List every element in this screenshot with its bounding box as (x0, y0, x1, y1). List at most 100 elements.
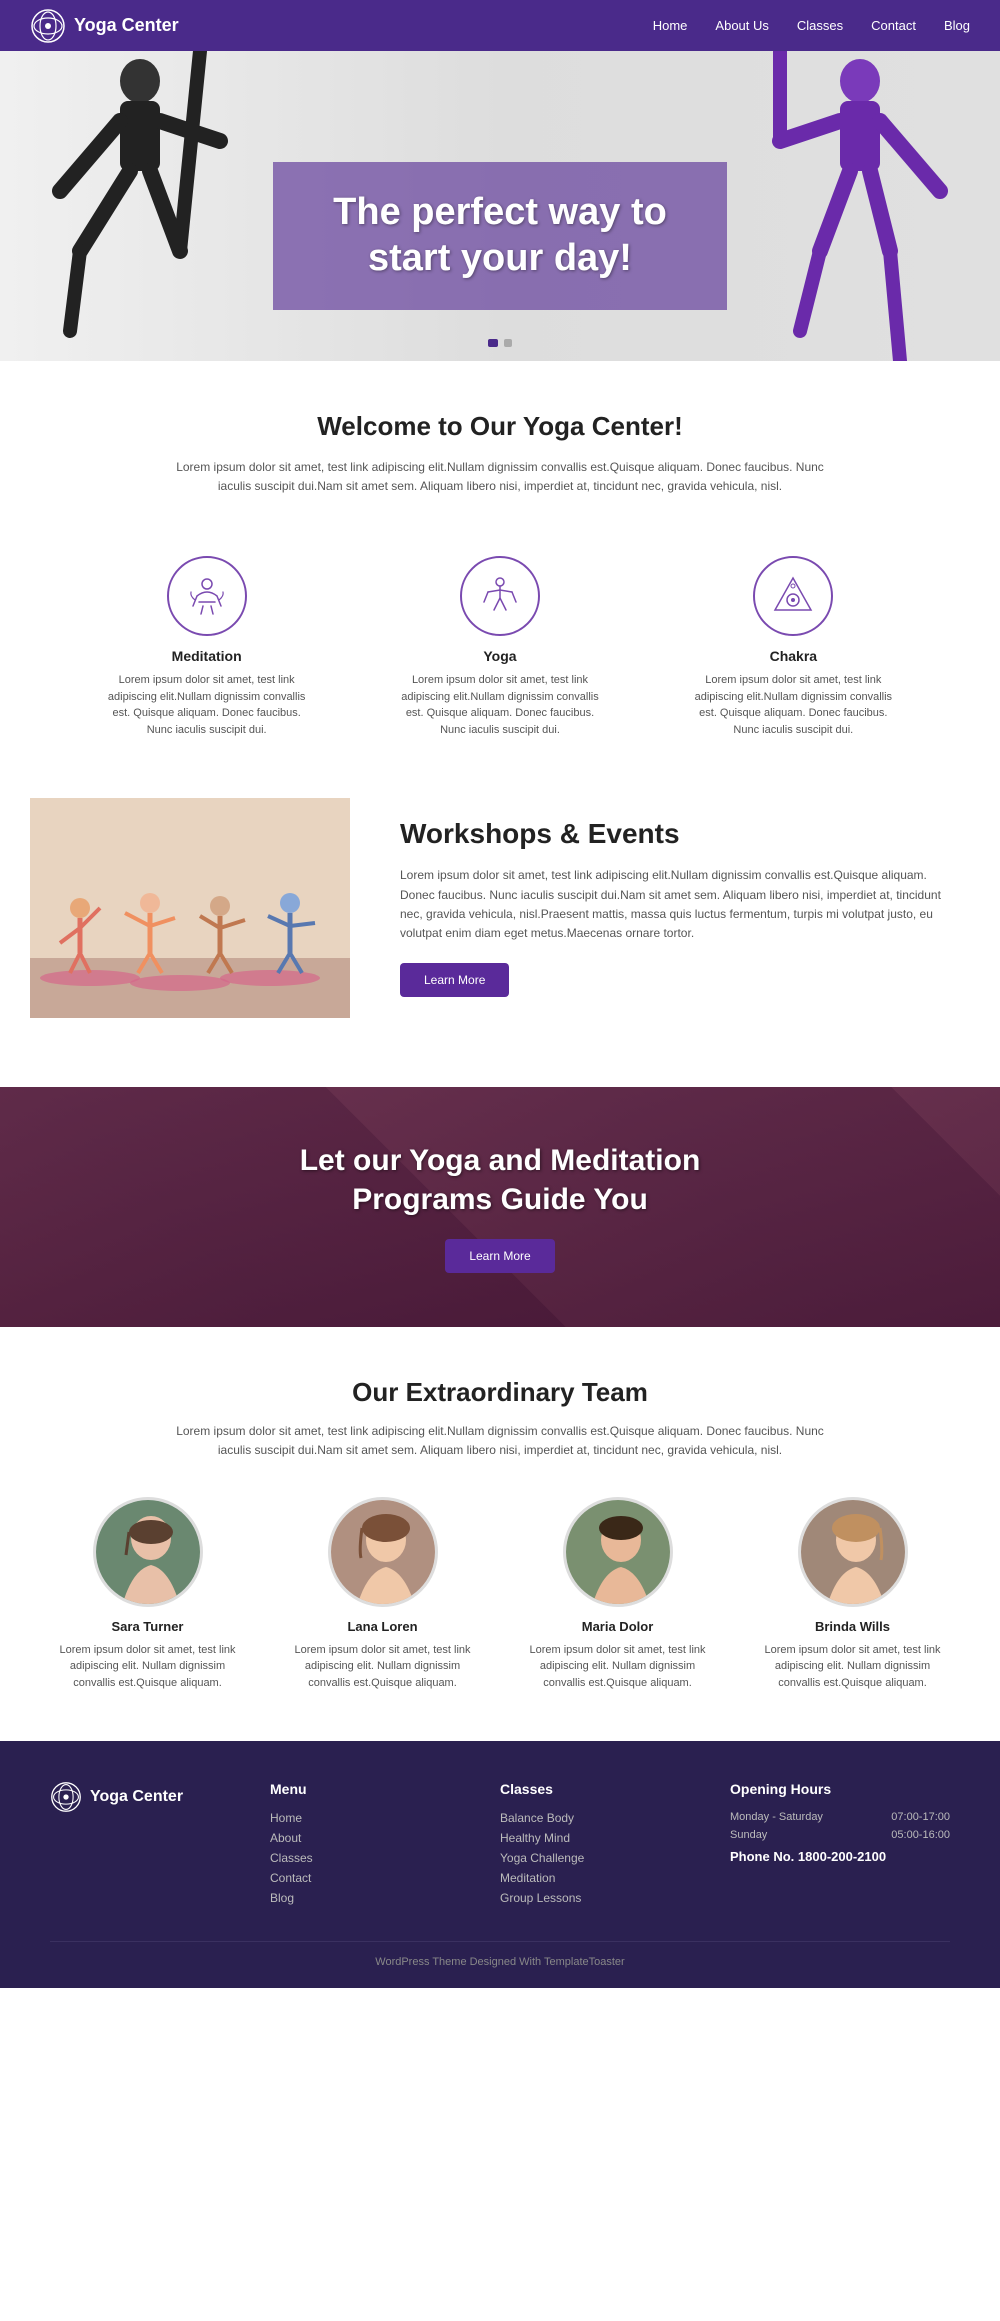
footer: Yoga Center Menu Home About Classes Cont… (0, 1741, 1000, 1988)
sunday-label: Sunday (730, 1829, 767, 1841)
welcome-section: Welcome to Our Yoga Center! Lorem ipsum … (0, 361, 1000, 536)
meditation-banner: Let our Yoga and Meditation Programs Gui… (0, 1087, 1000, 1327)
maria-name: Maria Dolor (518, 1619, 718, 1634)
nav-about[interactable]: About Us (715, 18, 768, 33)
avatar-brinda (798, 1497, 908, 1607)
yoga-icon-circle (460, 556, 540, 636)
footer-class-group-lessons[interactable]: Group Lessons (500, 1891, 690, 1905)
copyright-text: WordPress Theme Designed With TemplateTo… (375, 1956, 624, 1968)
sara-avatar-image (96, 1500, 203, 1607)
meditation-banner-heading: Let our Yoga and Meditation Programs Gui… (300, 1141, 701, 1219)
welcome-heading: Welcome to Our Yoga Center! (80, 411, 920, 442)
logo-text: Yoga Center (74, 15, 179, 36)
meditation-icon-circle (167, 556, 247, 636)
footer-hours-col: Opening Hours Monday - Saturday 07:00-17… (730, 1781, 950, 1911)
navbar: Yoga Center Home About Us Classes Contac… (0, 0, 1000, 51)
footer-class-healthy-mind[interactable]: Healthy Mind (500, 1831, 690, 1845)
sara-name: Sara Turner (48, 1619, 248, 1634)
feature-meditation-title: Meditation (107, 648, 307, 664)
team-grid: Sara Turner Lorem ipsum dolor sit amet, … (40, 1497, 960, 1692)
chakra-icon-circle (753, 556, 833, 636)
weekday-time: 07:00-17:00 (891, 1811, 950, 1823)
hero-heading: The perfect way to start your day! (333, 190, 667, 281)
footer-grid: Yoga Center Menu Home About Classes Cont… (50, 1781, 950, 1911)
nav-links: Home About Us Classes Contact Blog (653, 18, 970, 33)
nav-contact[interactable]: Contact (871, 18, 916, 33)
footer-logo: Yoga Center (50, 1781, 230, 1813)
team-member-sara: Sara Turner Lorem ipsum dolor sit amet, … (48, 1497, 248, 1692)
hero-left-figure (0, 51, 280, 361)
maria-description: Lorem ipsum dolor sit amet, test link ad… (518, 1642, 718, 1692)
avatar-sara (93, 1497, 203, 1607)
team-member-brinda: Brinda Wills Lorem ipsum dolor sit amet,… (753, 1497, 953, 1692)
footer-menu-contact[interactable]: Contact (270, 1871, 460, 1885)
maria-avatar-image (566, 1500, 673, 1607)
nav-blog[interactable]: Blog (944, 18, 970, 33)
feature-yoga-title: Yoga (400, 648, 600, 664)
footer-classes-col: Classes Balance Body Healthy Mind Yoga C… (500, 1781, 690, 1911)
hero-right-figure (720, 51, 1000, 361)
workshops-learn-more-button[interactable]: Learn More (400, 963, 509, 997)
lana-avatar-image (331, 1500, 438, 1607)
feature-chakra-desc: Lorem ipsum dolor sit amet, test link ad… (693, 672, 893, 738)
avatar-maria (563, 1497, 673, 1607)
workshops-image-svg (30, 798, 350, 1018)
hero-section: The perfect way to start your day! (0, 51, 1000, 361)
team-member-maria: Maria Dolor Lorem ipsum dolor sit amet, … (518, 1497, 718, 1692)
nav-home[interactable]: Home (653, 18, 688, 33)
hero-dot-1[interactable] (488, 339, 498, 347)
footer-bottom: WordPress Theme Designed With TemplateTo… (50, 1941, 950, 1968)
footer-logo-text: Yoga Center (90, 1788, 183, 1806)
team-heading: Our Extraordinary Team (40, 1377, 960, 1408)
footer-menu-blog[interactable]: Blog (270, 1891, 460, 1905)
lana-name: Lana Loren (283, 1619, 483, 1634)
feature-meditation-desc: Lorem ipsum dolor sit amet, test link ad… (107, 672, 307, 738)
workshops-image (30, 798, 350, 1018)
chakra-icon (771, 574, 815, 618)
footer-brand: Yoga Center (50, 1781, 230, 1911)
meditation-icon (185, 574, 229, 618)
team-description: Lorem ipsum dolor sit amet, test link ad… (160, 1422, 840, 1460)
team-section: Our Extraordinary Team Lorem ipsum dolor… (0, 1327, 1000, 1741)
sunday-time: 05:00-16:00 (891, 1829, 950, 1841)
hero-right-figure-svg (720, 51, 1000, 361)
footer-menu-classes[interactable]: Classes (270, 1851, 460, 1865)
footer-menu-home[interactable]: Home (270, 1811, 460, 1825)
avatar-lana (328, 1497, 438, 1607)
feature-yoga: Yoga Lorem ipsum dolor sit amet, test li… (400, 556, 600, 738)
workshops-content: Workshops & Events Lorem ipsum dolor sit… (350, 788, 1000, 1027)
feature-meditation: Meditation Lorem ipsum dolor sit amet, t… (107, 556, 307, 738)
brinda-avatar-image (801, 1500, 908, 1607)
hours-row-weekday: Monday - Saturday 07:00-17:00 (730, 1811, 950, 1823)
hero-overlay: The perfect way to start your day! (273, 162, 727, 309)
workshops-section: Workshops & Events Lorem ipsum dolor sit… (0, 788, 1000, 1087)
footer-class-balance-body[interactable]: Balance Body (500, 1811, 690, 1825)
phone-number: 1800-200-2100 (798, 1849, 886, 1864)
lana-description: Lorem ipsum dolor sit amet, test link ad… (283, 1642, 483, 1692)
brinda-name: Brinda Wills (753, 1619, 953, 1634)
navbar-logo[interactable]: Yoga Center (30, 8, 179, 44)
footer-class-meditation[interactable]: Meditation (500, 1871, 690, 1885)
workshops-heading: Workshops & Events (400, 818, 960, 850)
hero-dots (488, 339, 512, 347)
brinda-description: Lorem ipsum dolor sit amet, test link ad… (753, 1642, 953, 1692)
footer-menu-about[interactable]: About (270, 1831, 460, 1845)
logo-icon (30, 8, 66, 44)
feature-chakra: Chakra Lorem ipsum dolor sit amet, test … (693, 556, 893, 738)
yoga-icon (478, 574, 522, 618)
sara-description: Lorem ipsum dolor sit amet, test link ad… (48, 1642, 248, 1692)
meditation-banner-button[interactable]: Learn More (445, 1239, 554, 1273)
nav-classes[interactable]: Classes (797, 18, 843, 33)
footer-menu-col: Menu Home About Classes Contact Blog (270, 1781, 460, 1911)
footer-menu-heading: Menu (270, 1781, 460, 1797)
feature-chakra-title: Chakra (693, 648, 893, 664)
footer-class-yoga-challenge[interactable]: Yoga Challenge (500, 1851, 690, 1865)
hero-left-figure-svg (0, 51, 280, 361)
workshops-description: Lorem ipsum dolor sit amet, test link ad… (400, 866, 960, 943)
hero-dot-2[interactable] (504, 339, 512, 347)
phone-label: Phone No. (730, 1849, 794, 1864)
team-member-lana: Lana Loren Lorem ipsum dolor sit amet, t… (283, 1497, 483, 1692)
feature-yoga-desc: Lorem ipsum dolor sit amet, test link ad… (400, 672, 600, 738)
footer-hours-heading: Opening Hours (730, 1781, 950, 1797)
footer-classes-heading: Classes (500, 1781, 690, 1797)
